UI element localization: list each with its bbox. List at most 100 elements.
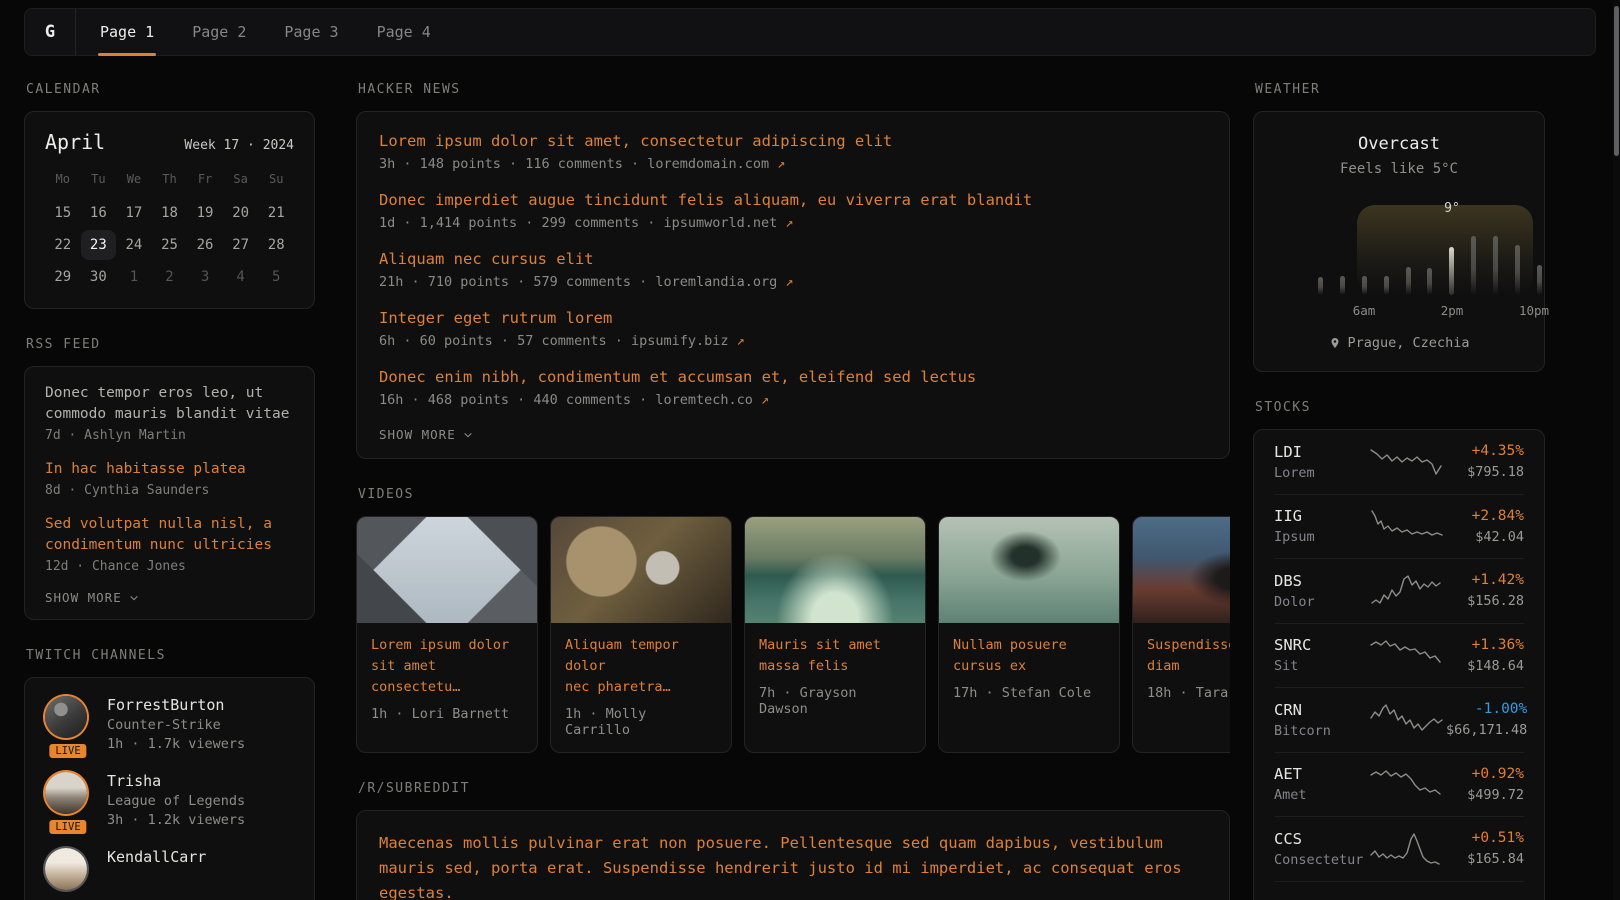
hn-domain-link[interactable]: loremtech.co ↗ — [655, 392, 769, 408]
weather-bar — [1537, 265, 1542, 295]
day-cell: 4 — [223, 262, 259, 292]
video-title: Lorem ipsum dolor sit amet consectetu… — [371, 635, 523, 698]
stock-name: Bitcorn — [1274, 723, 1370, 739]
stock-row[interactable]: CCS Consectetur +0.51%$165.84 — [1274, 816, 1524, 881]
weather-bar-current — [1449, 247, 1454, 295]
stock-row[interactable]: IIGIpsum+2.84%$42.04 — [1274, 494, 1524, 559]
live-badge: LIVE — [47, 742, 88, 760]
videos-widget: VIDEOS Lorem ipsum dolor sit amet consec… — [356, 487, 1230, 753]
external-link-icon: ↗ — [737, 333, 745, 349]
video-card[interactable]: Mauris sit amet massa felis7h · Grayson … — [744, 516, 926, 753]
hn-domain-link[interactable]: ipsumify.biz ↗ — [631, 333, 745, 349]
stock-name: Consectetur — [1274, 852, 1370, 868]
rss-item-meta: 12d · Chance Jones — [45, 559, 294, 574]
stock-price: $165.84 — [1467, 851, 1524, 867]
rss-item: Donec tempor eros leo, ut commodo mauris… — [45, 383, 294, 443]
hackernews-item-title[interactable]: Integer eget rutrum lorem — [379, 309, 1207, 327]
day-cell: 18 — [152, 198, 188, 228]
twitch-channel[interactable]: LIVEForrestBurtonCounter-Strike1h · 1.7k… — [45, 696, 294, 752]
hn-domain-link[interactable]: ipsumworld.net ↗ — [663, 215, 793, 231]
rss-card: Donec tempor eros leo, ut commodo mauris… — [24, 366, 315, 620]
rss-item: In hac habitasse platea8d · Cynthia Saun… — [45, 459, 294, 498]
video-meta: 18h · Tara — [1147, 685, 1230, 701]
stock-row[interactable]: CRN Bitcorn -1.00%$66,171.48 — [1274, 687, 1524, 752]
day-cell: 1 — [116, 262, 152, 292]
rss-show-more-button[interactable]: SHOW MORE — [45, 590, 294, 605]
stock-row[interactable]: AETAmet+0.92%$499.72 — [1274, 752, 1524, 817]
stock-price: $499.72 — [1467, 787, 1524, 803]
stock-symbol: CRN — [1274, 701, 1370, 719]
stock-row[interactable]: DBSDolor+1.42%$156.28 — [1274, 558, 1524, 623]
weekday-label: We — [116, 172, 152, 196]
weather-location-label: Prague, Czechia — [1348, 335, 1470, 351]
rss-item-title[interactable]: Donec tempor eros leo, ut commodo mauris… — [45, 383, 294, 425]
day-cell: 26 — [187, 230, 223, 260]
calendar-week-year: Week 17 · 2024 — [184, 138, 294, 153]
hackernews-section-label: HACKER NEWS — [358, 82, 1230, 97]
stock-values: +0.92%$499.72 — [1467, 766, 1524, 803]
rss-item: Sed volutpat nulla nisl, a condimentum n… — [45, 514, 294, 574]
stock-change: +2.84% — [1472, 508, 1524, 524]
scrollbar-thumb[interactable] — [1614, 6, 1619, 156]
videos-row: Lorem ipsum dolor sit amet consectetu…1h… — [356, 516, 1230, 753]
video-card[interactable]: Lorem ipsum dolor sit amet consectetu…1h… — [356, 516, 538, 753]
day-cell: 17 — [116, 198, 152, 228]
stock-symbol: CCS — [1274, 830, 1370, 848]
channel-avatar — [45, 772, 87, 814]
video-thumbnail — [551, 517, 731, 623]
stock-id: SNRCSit — [1274, 636, 1370, 674]
video-card[interactable]: Suspendisse diam18h · Tara — [1132, 516, 1230, 753]
rss-item-title[interactable]: Sed volutpat nulla nisl, a condimentum n… — [45, 514, 294, 556]
hackernews-item-title[interactable]: Donec imperdiet augue tincidunt felis al… — [379, 191, 1207, 209]
stock-change: -1.00% — [1475, 701, 1527, 717]
stock-symbol: AET — [1274, 765, 1370, 783]
tab-page-1[interactable]: Page 1 — [100, 9, 154, 55]
tab-page-2[interactable]: Page 2 — [192, 9, 246, 55]
stock-row[interactable]: AHS+0.46% — [1274, 881, 1524, 900]
hackernews-item-title[interactable]: Donec enim nibh, condimentum et accumsan… — [379, 368, 1207, 386]
stock-values: +0.51%$165.84 — [1467, 830, 1524, 867]
stock-change: +4.35% — [1472, 443, 1524, 459]
weather-hourly-chart: 9° — [1272, 203, 1526, 295]
stock-row[interactable]: SNRCSit+1.36%$148.64 — [1274, 623, 1524, 688]
hackernews-show-more-button[interactable]: SHOW MORE — [379, 427, 1207, 442]
stock-symbol: SNRC — [1274, 636, 1370, 654]
tab-page-4[interactable]: Page 4 — [377, 9, 431, 55]
channel-meta: 1h · 1.7k viewers — [107, 736, 245, 752]
stock-values: +2.84%$42.04 — [1472, 508, 1524, 545]
rss-section-label: RSS FEED — [26, 337, 315, 352]
stock-symbol: IIG — [1274, 507, 1370, 525]
calendar-header: April Week 17 · 2024 — [45, 130, 294, 154]
calendar-section-label: CALENDAR — [26, 82, 315, 97]
external-link-icon: ↗ — [761, 392, 769, 408]
twitch-channel[interactable]: LIVETrishaLeague of Legends3h · 1.2k vie… — [45, 772, 294, 828]
stock-symbol: DBS — [1274, 572, 1370, 590]
stock-sparkline — [1370, 766, 1446, 802]
hackernews-item-title[interactable]: Aliquam nec cursus elit — [379, 250, 1207, 268]
rss-widget: RSS FEED Donec tempor eros leo, ut commo… — [24, 337, 315, 620]
video-thumbnail — [357, 517, 537, 623]
rss-show-more-label: SHOW MORE — [45, 590, 122, 605]
tab-page-3[interactable]: Page 3 — [284, 9, 338, 55]
rss-item-title[interactable]: In hac habitasse platea — [45, 459, 294, 480]
channel-info: KendallCarr — [107, 848, 206, 890]
hn-meta: 16h · 468 points · 440 comments · loremt… — [379, 392, 1207, 408]
video-meta: 7h · Grayson Dawson — [759, 685, 911, 717]
video-card[interactable]: Nullam posuere cursus ex17h · Stefan Col… — [938, 516, 1120, 753]
video-card[interactable]: Aliquam tempor dolor nec pharetra…1h · M… — [550, 516, 732, 753]
stock-change: +1.36% — [1472, 637, 1524, 653]
stock-values: -1.00%$66,171.48 — [1446, 701, 1527, 738]
channel-avatar — [45, 848, 87, 890]
channel-info: TrishaLeague of Legends3h · 1.2k viewers — [107, 772, 245, 828]
external-link-icon: ↗ — [785, 274, 793, 290]
weather-axis-tick: 10pm — [1519, 303, 1549, 318]
stock-row[interactable]: LDILorem+4.35%$795.18 — [1274, 430, 1524, 494]
subreddit-post-title[interactable]: Maecenas mollis pulvinar erat non posuer… — [379, 831, 1207, 900]
twitch-channel[interactable]: KendallCarr — [45, 848, 294, 890]
channel-avatar-wrap: LIVE — [45, 696, 91, 752]
hackernews-item-title[interactable]: Lorem ipsum dolor sit amet, consectetur … — [379, 132, 1207, 150]
weather-section-label: WEATHER — [1255, 82, 1545, 97]
day-cell: 20 — [223, 198, 259, 228]
hn-domain-link[interactable]: loremlandia.org ↗ — [655, 274, 793, 290]
hn-domain-link[interactable]: loremdomain.com ↗ — [647, 156, 785, 172]
